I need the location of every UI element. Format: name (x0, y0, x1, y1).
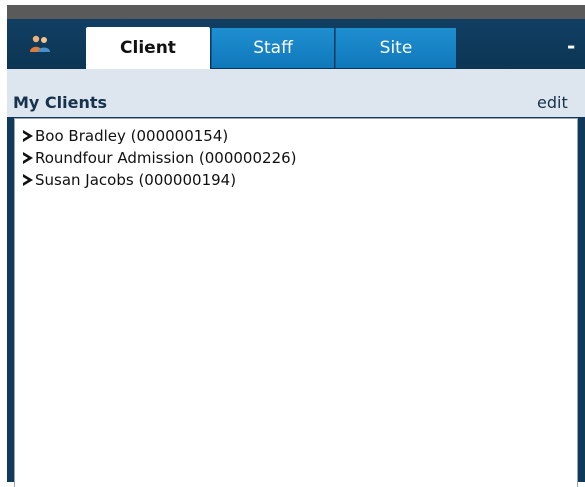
client-panel: Client Staff Site - My Clients edit Boo … (7, 5, 585, 487)
list-item-label: Roundfour Admission (000000226) (35, 149, 297, 167)
client-list: Boo Bradley (000000154) Roundfour Admiss… (14, 118, 578, 487)
minimize-button[interactable]: - (567, 36, 579, 56)
tab-site[interactable]: Site (335, 28, 456, 68)
chevron-right-icon (23, 130, 33, 142)
chevron-right-icon (23, 152, 33, 164)
chevron-right-icon (23, 174, 33, 186)
people-icon (30, 35, 50, 52)
list-item[interactable]: Susan Jacobs (000000194) (22, 169, 236, 191)
tab-client[interactable]: Client (86, 27, 210, 69)
panel-top-strip (7, 5, 585, 19)
edit-link[interactable]: edit (537, 93, 568, 112)
list-item-label: Susan Jacobs (000000194) (35, 171, 237, 189)
list-item[interactable]: Roundfour Admission (000000226) (22, 147, 297, 169)
section-title: My Clients (13, 93, 108, 112)
tab-staff[interactable]: Staff (211, 28, 334, 68)
list-item[interactable]: Boo Bradley (000000154) (22, 125, 228, 147)
list-item-label: Boo Bradley (000000154) (35, 127, 229, 145)
